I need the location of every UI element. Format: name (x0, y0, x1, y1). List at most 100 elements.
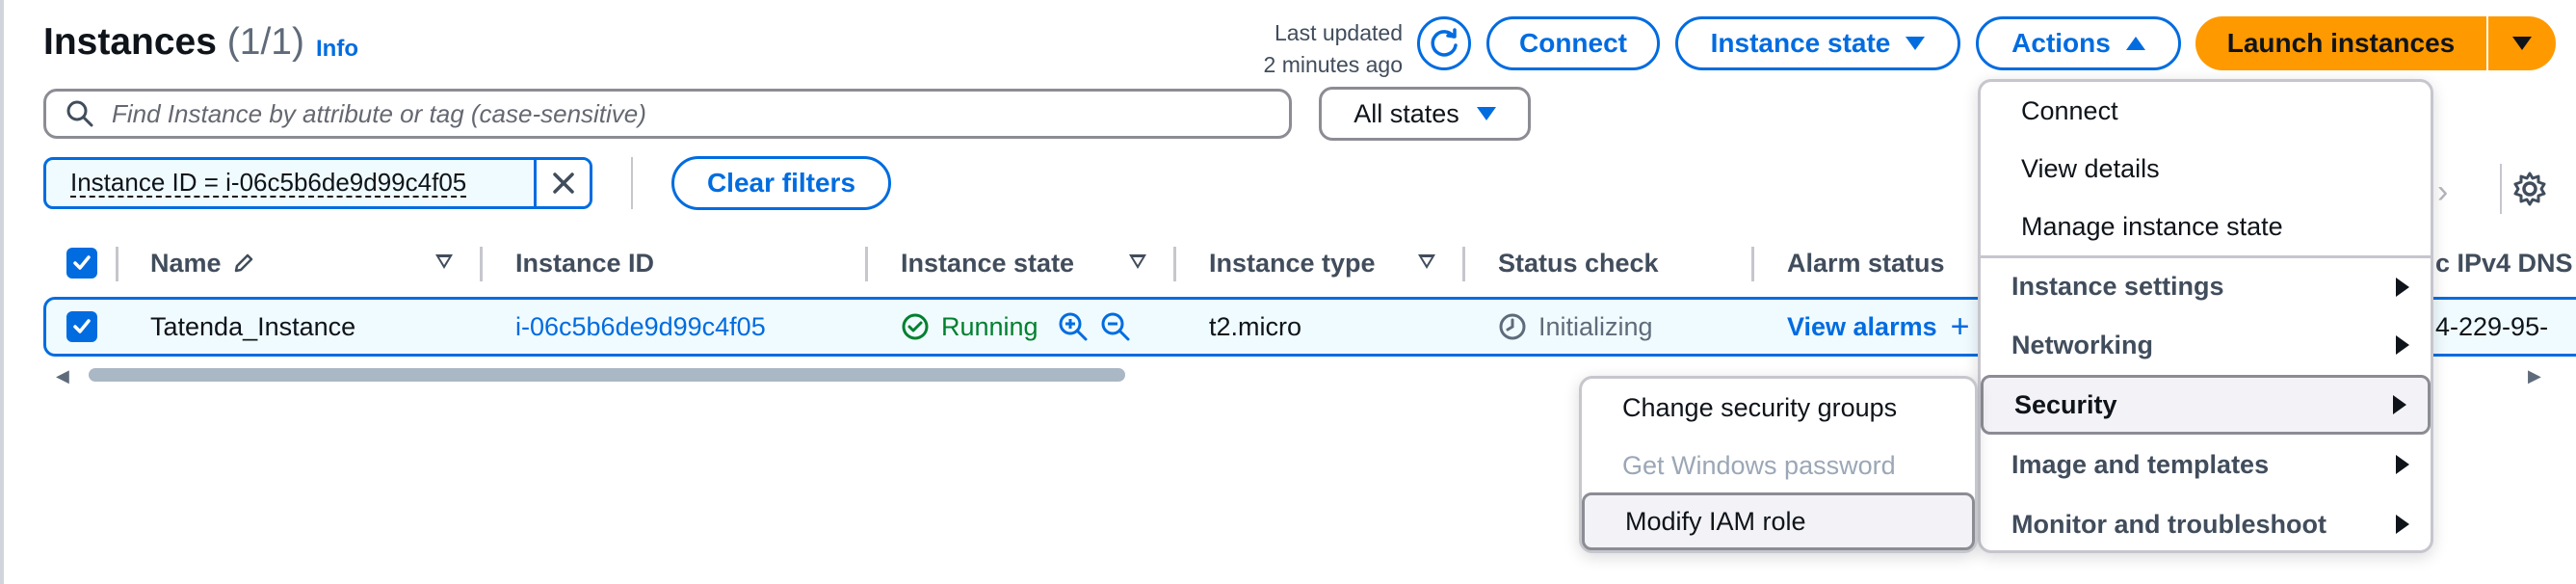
security-submenu: Change security groups Get Windows passw… (1579, 376, 1978, 553)
column-header-alarm-status[interactable]: Alarm status (1787, 239, 1945, 287)
menu-item-monitor-and-troubleshoot[interactable]: Monitor and troubleshoot (1981, 494, 2431, 550)
connect-button[interactable]: Connect (1486, 16, 1660, 70)
cell-status-check: Initializing (1498, 300, 1653, 354)
row-checkbox[interactable] (66, 311, 97, 342)
instance-count: (1/1) (226, 21, 304, 63)
search-field[interactable] (43, 89, 1292, 139)
state-text: Running (941, 311, 1038, 341)
submenu-item-modify-iam-role[interactable]: Modify IAM role (1582, 492, 1975, 550)
last-updated-label: Last updated (1274, 20, 1403, 45)
column-divider (865, 247, 868, 281)
actions-label: Actions (2011, 28, 2111, 58)
view-alarms-link[interactable]: View alarms + (1787, 300, 1969, 354)
scroll-left-icon[interactable]: ◀ (56, 366, 69, 386)
gear-icon[interactable] (2510, 170, 2549, 208)
clock-icon (1499, 313, 1526, 340)
connect-button-label: Connect (1519, 28, 1627, 58)
info-link[interactable]: Info (316, 36, 358, 63)
zoom-in-icon[interactable] (1058, 311, 1089, 342)
launch-instances-button[interactable]: Launch instances (2195, 16, 2486, 70)
column-divider (480, 247, 483, 281)
next-page-icon[interactable]: › (2437, 173, 2448, 211)
submenu-item-label: Get Windows password (1622, 450, 1896, 480)
refresh-icon (1431, 28, 1458, 57)
menu-item-image-and-templates[interactable]: Image and templates (1981, 435, 2431, 494)
submenu-item-label: Modify IAM role (1625, 506, 1806, 536)
menu-item-label: Monitor and troubleshoot (2011, 509, 2326, 539)
column-header-status-check[interactable]: Status check (1498, 239, 1659, 287)
menu-item-security[interactable]: Security (1981, 375, 2431, 435)
filter-token-text: Instance ID = i-06c5b6de9d99c4f05 (46, 160, 534, 206)
submenu-item-change-security-groups[interactable]: Change security groups (1582, 379, 1975, 437)
sort-icon[interactable] (1418, 254, 1435, 269)
chevron-right-icon (2396, 515, 2409, 534)
scroll-right-icon[interactable]: ▶ (2528, 366, 2541, 386)
caret-down-icon (1906, 37, 1926, 50)
status-check-text: Initializing (1538, 311, 1653, 341)
check-circle-icon (902, 313, 929, 340)
search-input[interactable] (112, 98, 1289, 129)
sort-icon[interactable] (435, 254, 453, 269)
last-updated-time: 2 minutes ago (1263, 52, 1403, 77)
title-text: Instances (43, 21, 217, 63)
sort-icon[interactable] (1129, 254, 1146, 269)
check-icon (73, 319, 91, 333)
column-header-instance-type[interactable]: Instance type (1209, 239, 1376, 287)
chevron-right-icon (2393, 395, 2406, 414)
actions-button[interactable]: Actions (1976, 16, 2181, 70)
view-alarms-label: View alarms (1787, 311, 1937, 341)
close-icon (552, 173, 574, 194)
column-divider (1751, 247, 1754, 281)
launch-dropdown-button[interactable] (2488, 16, 2556, 70)
select-all-checkbox[interactable] (66, 248, 97, 279)
check-icon (73, 255, 91, 270)
instance-state-label: Instance state (1710, 28, 1891, 58)
state-filter-select[interactable]: All states (1319, 87, 1531, 141)
cell-name: Tatenda_Instance (150, 311, 356, 341)
chevron-right-icon (2396, 335, 2409, 355)
cell-instance-state: Running (901, 300, 1131, 354)
submenu-item-get-windows-password: Get Windows password (1582, 437, 1975, 494)
menu-item-label: Connect (2021, 95, 2118, 125)
pager-divider (2500, 164, 2502, 214)
clear-filters-label: Clear filters (706, 168, 856, 198)
cell-instance-type: t2.micro (1209, 311, 1302, 341)
menu-item-instance-settings[interactable]: Instance settings (1981, 255, 2431, 315)
chevron-right-icon (2396, 277, 2409, 297)
launch-label: Launch instances (2226, 28, 2456, 58)
menu-item-manage-instance-state[interactable]: Manage instance state (1981, 198, 2431, 255)
column-divider (1173, 247, 1176, 281)
menu-item-label: View details (2021, 153, 2160, 183)
filter-token[interactable]: Instance ID = i-06c5b6de9d99c4f05 (43, 157, 592, 209)
cell-ipv4-dns: 4-229-95- (2435, 311, 2549, 341)
window-edge (0, 0, 4, 584)
menu-item-networking[interactable]: Networking (1981, 315, 2431, 375)
menu-item-view-details[interactable]: View details (1981, 140, 2431, 198)
column-divider (116, 247, 118, 281)
filter-token-label: Instance ID = i-06c5b6de9d99c4f05 (70, 168, 467, 198)
column-header-instance-state[interactable]: Instance state (901, 239, 1074, 287)
last-updated: Last updated 2 minutes ago (1233, 17, 1403, 81)
plus-icon[interactable]: + (1951, 308, 1970, 346)
menu-item-connect[interactable]: Connect (1981, 82, 2431, 140)
cell-instance-id-link[interactable]: i-06c5b6de9d99c4f05 (515, 300, 766, 354)
zoom-out-icon[interactable] (1100, 311, 1131, 342)
instance-state-button[interactable]: Instance state (1675, 16, 1960, 70)
menu-item-label: Networking (2011, 330, 2154, 359)
submenu-item-label: Change security groups (1622, 392, 1898, 422)
horizontal-scrollbar[interactable] (89, 368, 1125, 382)
menu-item-label: Instance settings (2011, 272, 2224, 301)
column-header-ipv4-dns[interactable]: c IPv4 DNS (2435, 239, 2573, 287)
remove-filter-button[interactable] (534, 160, 590, 206)
actions-menu: Connect View details Manage instance sta… (1978, 79, 2433, 553)
column-header-instance-id[interactable]: Instance ID (515, 239, 654, 287)
clear-filters-button[interactable]: Clear filters (671, 156, 891, 210)
menu-item-label: Image and templates (2011, 449, 2270, 479)
page-title: Instances (1/1) (43, 21, 304, 64)
refresh-button[interactable] (1417, 16, 1471, 70)
state-filter-value: All states (1354, 98, 1459, 128)
edit-icon (234, 253, 252, 273)
column-header-name[interactable]: Name (150, 239, 256, 287)
toolbar-divider (631, 157, 633, 209)
column-name-label: Name (150, 248, 222, 278)
